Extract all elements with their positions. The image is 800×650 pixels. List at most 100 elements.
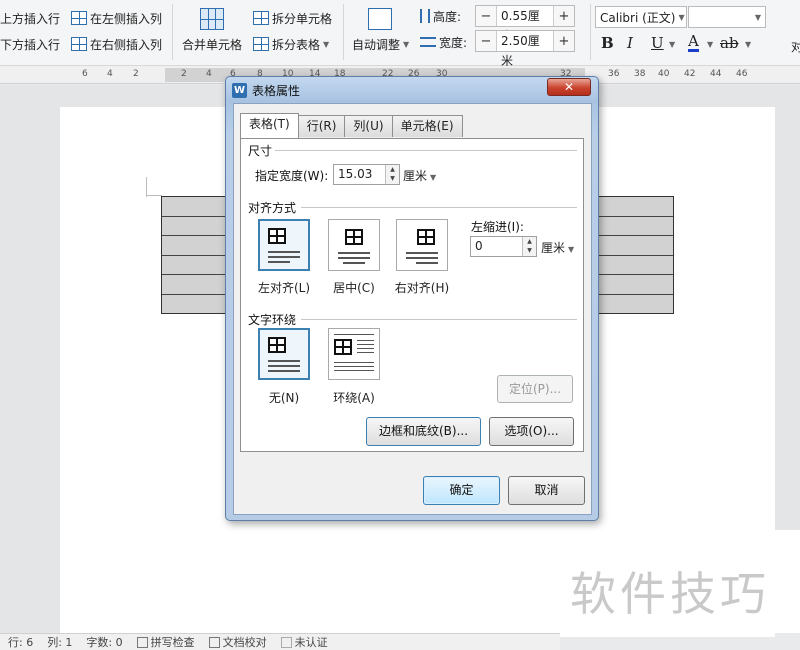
- ruler-tick: 6: [82, 69, 88, 79]
- col-width-value[interactable]: 2.50厘米: [496, 31, 554, 68]
- table-width-input[interactable]: 15.03 ▲ ▼: [333, 164, 400, 185]
- font-name-select[interactable]: Calibri (正文) ▼: [595, 6, 687, 28]
- col-width-spinner[interactable]: − 2.50厘米 +: [475, 30, 575, 68]
- insert-row-below-label: 下方插入行: [0, 37, 61, 52]
- row-height-icon: [420, 9, 430, 23]
- ok-button[interactable]: 确定: [423, 476, 500, 505]
- row-height-spinner[interactable]: − 0.55厘米 +: [475, 5, 575, 43]
- font-size-select[interactable]: ▼: [688, 6, 766, 28]
- table-row: [162, 217, 226, 236]
- highlight-button[interactable]: ab: [720, 34, 739, 52]
- underline-button[interactable]: U: [651, 34, 664, 52]
- insert-row-above-label: 上方插入行: [0, 11, 61, 26]
- merge-cells-label: 合并单元格: [182, 37, 243, 52]
- table-row: [599, 256, 673, 275]
- ruler-tick: 4: [206, 69, 212, 79]
- table-row: [162, 197, 226, 217]
- align-right-option[interactable]: [396, 219, 448, 271]
- cancel-button[interactable]: 取消: [508, 476, 585, 505]
- watermark-area: 软件技巧: [566, 530, 800, 633]
- indent-label: 左缩进(I):: [471, 220, 524, 234]
- dialog-titlebar[interactable]: W 表格属性: [232, 82, 300, 99]
- indent-unit-value: 厘米: [541, 241, 566, 255]
- auto-fit-button[interactable]: 自动调整 ▼: [352, 6, 416, 56]
- insert-col-left-button[interactable]: 在左侧插入列: [71, 8, 162, 28]
- wrap-around-label: 环绕(A): [333, 391, 375, 405]
- text-line-glyph: [343, 262, 365, 264]
- tab-cell[interactable]: 单元格(E): [391, 115, 463, 137]
- position-button[interactable]: 定位(P)...: [497, 375, 573, 403]
- table-row: [599, 217, 673, 236]
- table-glyph-icon: [268, 228, 286, 244]
- align-group-title: 对齐方式: [248, 201, 297, 215]
- left-indent-input[interactable]: 0 ▲ ▼: [470, 236, 537, 257]
- spell-check-icon: [136, 637, 148, 648]
- row-height-label-wrap: 高度:: [420, 6, 461, 26]
- split-cells-icon: [253, 11, 269, 25]
- table-row: [599, 197, 673, 217]
- tab-row[interactable]: 行(R): [297, 115, 346, 137]
- indent-unit-select[interactable]: 厘米 ▼: [541, 239, 574, 256]
- split-table-label: 拆分表格: [272, 37, 321, 52]
- insert-col-left-icon: [71, 11, 87, 25]
- auth-status[interactable]: 未认证: [280, 634, 328, 650]
- table-row: [162, 275, 226, 295]
- split-cells-button[interactable]: 拆分单元格: [253, 8, 332, 28]
- text-line-glyph: [334, 370, 374, 371]
- insert-row-below-button[interactable]: 下方插入行: [0, 34, 60, 54]
- close-button[interactable]: ✕: [547, 78, 591, 96]
- auto-fit-icon: [368, 8, 392, 30]
- status-row: 行: 6: [8, 636, 34, 649]
- align-center-option[interactable]: [328, 219, 380, 271]
- bold-button[interactable]: B: [601, 34, 614, 52]
- spell-check-label: 拼写检查: [150, 636, 195, 649]
- merge-cells-button[interactable]: 合并单元格: [182, 6, 246, 56]
- tab-table[interactable]: 表格(T): [240, 113, 299, 138]
- borders-shading-button[interactable]: 边框和底纹(B)...: [366, 417, 481, 446]
- increase-height-button[interactable]: +: [554, 6, 574, 26]
- text-line-glyph: [357, 340, 374, 341]
- document-table-left[interactable]: [161, 196, 227, 314]
- width-unit-select[interactable]: 厘米 ▼: [403, 167, 436, 184]
- insert-col-right-button[interactable]: 在右侧插入列: [71, 34, 162, 54]
- document-table-right[interactable]: [598, 196, 674, 314]
- italic-button[interactable]: I: [627, 34, 633, 52]
- align-left-option[interactable]: [258, 219, 310, 271]
- wrap-group-title: 文字环绕: [248, 313, 297, 327]
- split-table-button[interactable]: 拆分表格 ▼: [253, 34, 329, 54]
- width-spin-arrows[interactable]: ▲ ▼: [385, 165, 399, 184]
- text-line-glyph: [334, 366, 374, 367]
- table-row: [599, 295, 673, 315]
- ruler-tick: 36: [608, 69, 620, 79]
- auto-fit-label: 自动调整: [352, 37, 401, 52]
- status-col: 列: 1: [47, 636, 73, 649]
- increase-width-button[interactable]: +: [554, 31, 574, 51]
- tab-column[interactable]: 列(U): [344, 115, 393, 137]
- width-unit-value: 厘米: [403, 169, 428, 183]
- spell-check-button[interactable]: 拼写检查: [136, 634, 195, 650]
- table-row: [599, 275, 673, 295]
- insert-row-above-button[interactable]: 上方插入行: [0, 8, 60, 28]
- align-left-label: 左对齐(L): [257, 281, 311, 295]
- decrease-width-button[interactable]: −: [476, 31, 496, 51]
- wrap-none-option[interactable]: [258, 328, 310, 380]
- page-corner-mark: [146, 195, 162, 196]
- doc-proof-icon: [208, 637, 220, 648]
- options-button[interactable]: 选项(O)...: [489, 417, 574, 446]
- text-line-glyph: [268, 370, 300, 372]
- chevron-down-icon: ▼: [669, 40, 676, 49]
- text-line-glyph: [268, 360, 300, 362]
- group-divider: [301, 207, 577, 208]
- wrap-around-option[interactable]: [328, 328, 380, 380]
- decrease-height-button[interactable]: −: [476, 6, 496, 26]
- text-line-glyph: [268, 261, 290, 263]
- ruler-tick: 44: [710, 69, 722, 79]
- ribbon-separator: [590, 4, 591, 60]
- status-words[interactable]: 字数: 0: [86, 634, 122, 650]
- doc-proof-button[interactable]: 文档校对: [208, 634, 267, 650]
- indent-spin-arrows[interactable]: ▲ ▼: [522, 237, 536, 256]
- chevron-down-icon: ▼: [745, 40, 752, 49]
- font-color-button[interactable]: A: [688, 34, 699, 52]
- merge-cells-icon: [200, 8, 224, 30]
- row-height-value[interactable]: 0.55厘米: [496, 6, 554, 43]
